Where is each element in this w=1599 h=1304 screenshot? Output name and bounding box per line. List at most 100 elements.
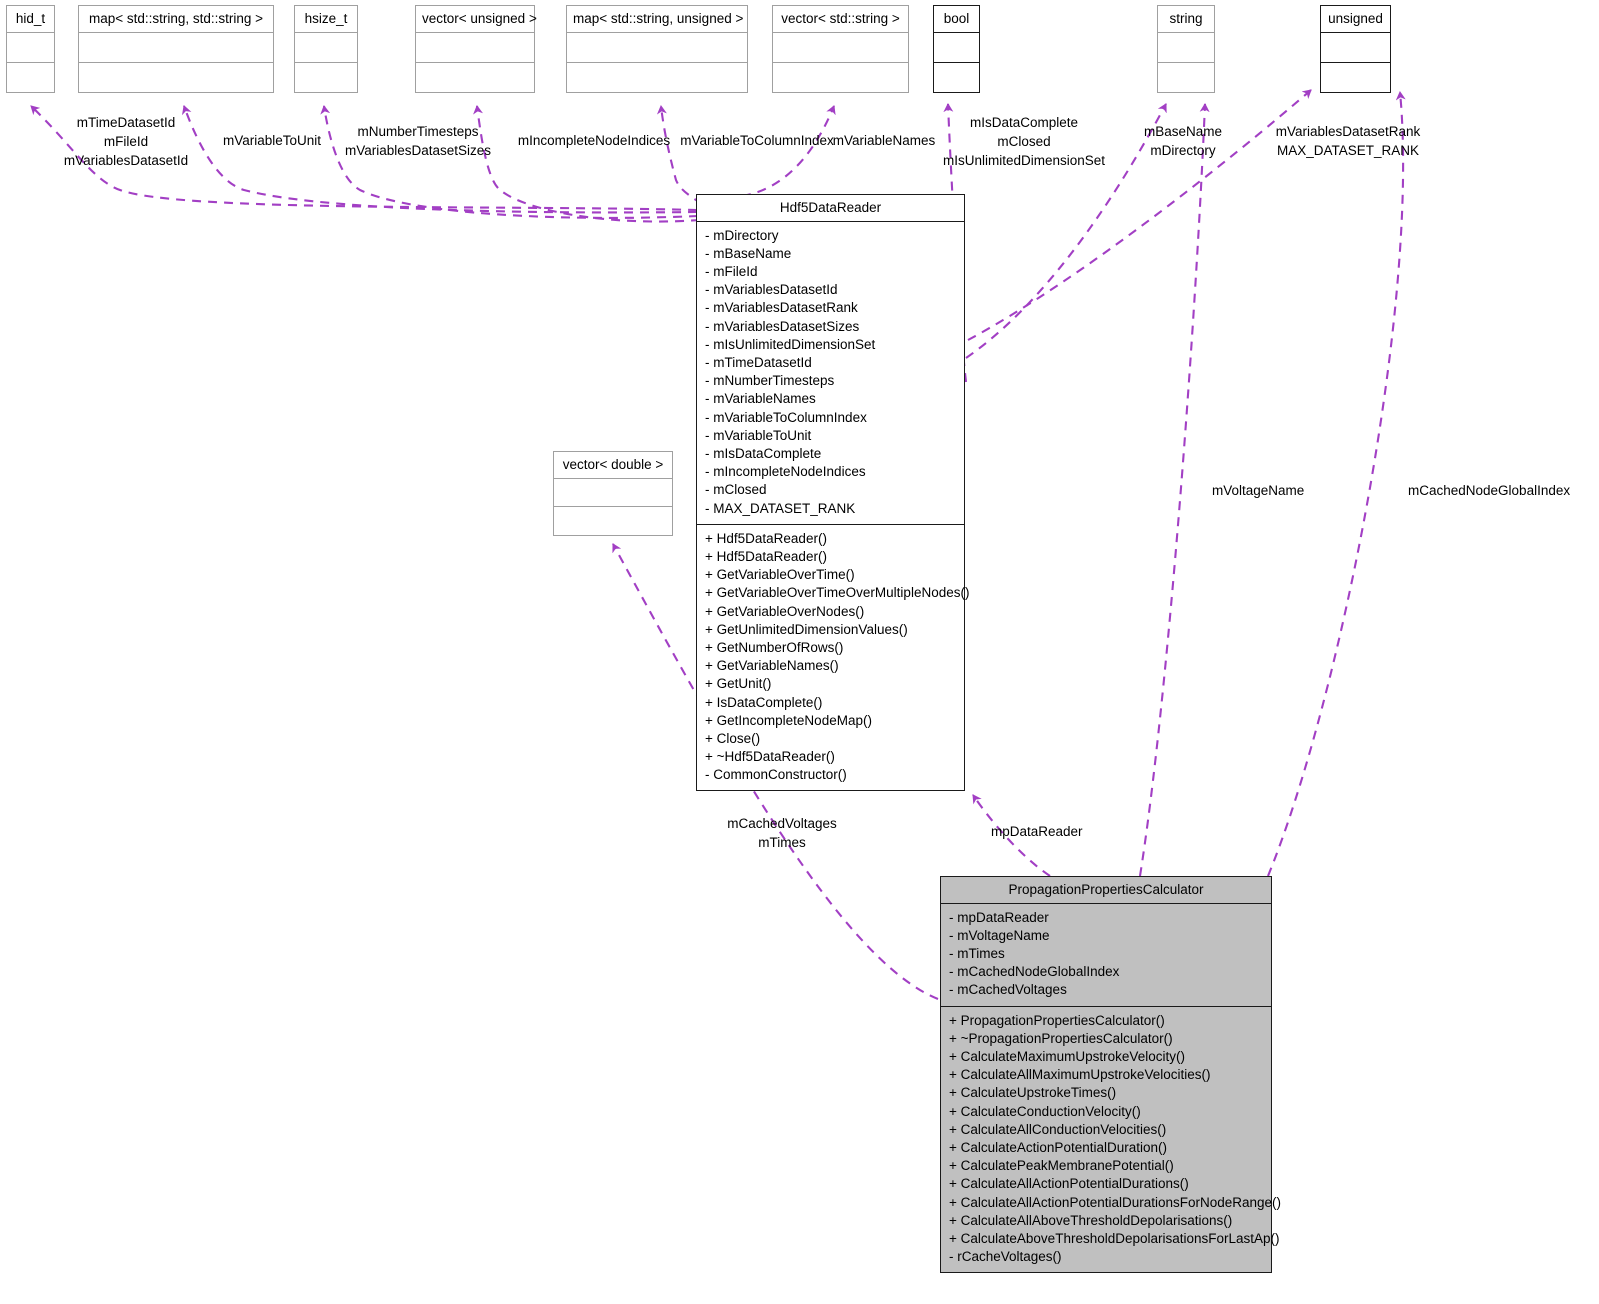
class-member: - CommonConstructor() <box>705 767 847 783</box>
class-member: - mVariableToUnit <box>705 427 812 443</box>
class-member: + GetVariableOverTime() <box>705 567 855 583</box>
edge-m-voltage-name <box>1138 103 1210 877</box>
class-member: - mpDataReader <box>949 909 1049 925</box>
class-member: + CalculateAboveThresholdDepolarisations… <box>949 1230 1280 1246</box>
edge-label-line: mVoltageName <box>1212 483 1305 498</box>
class-propagationpropertiescalculator[interactable]: PropagationPropertiesCalculator - mpData… <box>940 876 1281 1273</box>
class-member: + CalculateAllMaximumUpstrokeVelocities(… <box>949 1067 1211 1083</box>
edge-label-unsigned: mVariablesDatasetRank MAX_DATASET_RANK <box>1276 122 1421 160</box>
edge-label-line: mClosed <box>997 134 1051 149</box>
edge-label-vector-string: mVariableNames <box>833 131 936 150</box>
class-member: - mCachedNodeGlobalIndex <box>949 964 1120 980</box>
class-hdf5datareader[interactable]: Hdf5DataReader - mDirectory - mBaseName - … <box>696 194 970 791</box>
edge-label-line: mFileId <box>103 134 149 149</box>
edge-label-vector-double: mCachedVoltages mTimes <box>727 814 837 852</box>
edge-label-mp-data-reader: mpDataReader <box>991 822 1083 841</box>
class-member: - mTimeDatasetId <box>705 354 812 370</box>
node-map-string-string-title: map< std::string, std::string > <box>88 11 264 26</box>
node-unsigned-title: unsigned <box>1328 11 1383 26</box>
node-vector-unsigned-title: vector< unsigned > <box>422 11 537 26</box>
edge-label-line: mBaseName <box>1143 124 1223 139</box>
node-hsize_t-attributes <box>295 31 357 62</box>
class-member: + GetUnlimitedDimensionValues() <box>705 621 908 637</box>
class-propagationpropertiescalculator-title: PropagationPropertiesCalculator <box>1008 882 1204 897</box>
node-vector-double-title: vector< double > <box>562 457 664 472</box>
edge-label-m-cached-node-global-index: mCachedNodeGlobalIndex <box>1408 481 1570 500</box>
node-string-operations <box>1158 61 1214 92</box>
edge-label-line: mTimes <box>758 835 806 850</box>
class-member: + CalculatePeakMembranePotential() <box>949 1158 1174 1174</box>
class-member: + CalculateMaximumUpstrokeVelocity() <box>949 1048 1185 1064</box>
node-vector-double[interactable]: vector< double > <box>553 451 673 536</box>
node-vector-string-attributes <box>773 31 908 62</box>
node-string[interactable]: string <box>1157 5 1215 93</box>
node-bool-operations <box>934 61 979 92</box>
node-vector-string-operations <box>773 61 908 92</box>
node-string-title: string <box>1169 11 1203 26</box>
edge-label-line: mNumberTimesteps <box>357 124 479 139</box>
node-hsize_t[interactable]: hsize_t <box>294 5 358 93</box>
edge-map-str-unsigned <box>656 105 703 205</box>
class-member: + GetVariableNames() <box>705 658 839 674</box>
class-member: - mCachedVoltages <box>949 982 1067 998</box>
edge-vector-string <box>741 105 836 198</box>
class-member: - mVoltageName <box>949 927 1050 943</box>
class-member: - mVariableToColumnIndex <box>705 409 867 425</box>
edge-label-line: mpDataReader <box>991 824 1083 839</box>
node-map-string-unsigned-operations <box>567 61 747 92</box>
edge-label-line: MAX_DATASET_RANK <box>1276 143 1420 158</box>
node-vector-double-attributes <box>554 477 672 507</box>
edge-label-map-string-string: mVariableToUnit <box>223 131 321 150</box>
class-member: + GetVariableOverTimeOverMultipleNodes() <box>705 585 970 601</box>
node-map-string-unsigned-title: map< std::string, unsigned > <box>573 11 744 26</box>
node-vector-string[interactable]: vector< std::string > <box>772 5 909 93</box>
edge-label-line: mVariableToUnit <box>222 133 322 148</box>
node-map-string-unsigned-attributes <box>567 31 747 62</box>
node-unsigned-operations <box>1321 61 1390 92</box>
class-member: + CalculateAllConductionVelocities() <box>949 1121 1167 1137</box>
class-member: + Close() <box>705 731 761 746</box>
node-bool[interactable]: bool <box>933 5 980 93</box>
class-member: - mNumberTimesteps <box>705 373 835 389</box>
edge-label-line: mVariablesDatasetSizes <box>344 143 492 158</box>
class-member: + GetVariableOverNodes() <box>705 603 865 619</box>
class-member: + ~PropagationPropertiesCalculator() <box>949 1030 1173 1046</box>
node-map-string-unsigned[interactable]: map< std::string, unsigned > <box>566 5 748 93</box>
node-vector-unsigned-attributes <box>416 31 534 62</box>
edge-label-line: mCachedVoltages <box>727 816 837 831</box>
class-member: - MAX_DATASET_RANK <box>705 500 856 516</box>
node-hid_t-operations <box>7 61 54 92</box>
edge-label-hsize_t: mNumberTimesteps mVariablesDatasetSizes <box>345 122 491 160</box>
node-map-string-string[interactable]: map< std::string, std::string > <box>78 5 274 93</box>
class-member: + PropagationPropertiesCalculator() <box>949 1012 1165 1028</box>
edge-label-line: mCachedNodeGlobalIndex <box>1408 483 1571 498</box>
class-member: + CalculateConductionVelocity() <box>949 1103 1141 1119</box>
node-vector-unsigned[interactable]: vector< unsigned > <box>415 5 537 93</box>
class-member: + GetIncompleteNodeMap() <box>705 712 872 728</box>
edge-label-line: mVariablesDatasetId <box>63 153 189 168</box>
edge-label-line: mIsUnlimitedDimensionSet <box>942 153 1106 168</box>
class-member: - mVariablesDatasetSizes <box>705 318 860 334</box>
class-member: + CalculateActionPotentialDuration() <box>949 1139 1167 1155</box>
node-unsigned[interactable]: unsigned <box>1320 5 1391 93</box>
class-hdf5datareader-attributes: - mDirectory - mBaseName - mFileId - mVaria… <box>697 220 964 524</box>
edge-label-line: mIsDataComplete <box>969 115 1079 130</box>
edge-label-vector-unsigned: mIncompleteNodeIndices <box>518 131 670 150</box>
node-hid_t[interactable]: hid_t <box>6 5 55 93</box>
node-map-string-string-attributes <box>79 31 273 62</box>
class-member: - mVariableNames <box>705 391 816 407</box>
class-member: - mVariablesDatasetRank <box>705 300 858 316</box>
node-vector-double-operations <box>554 506 672 535</box>
node-vector-unsigned-operations <box>416 61 534 92</box>
node-map-string-string-operations <box>79 61 273 92</box>
class-member: - mBaseName <box>705 245 792 261</box>
class-member: - mIsUnlimitedDimensionSet <box>705 336 876 352</box>
class-member: - mVariablesDatasetId <box>705 282 838 298</box>
class-member: - mFileId <box>705 263 758 279</box>
class-propagationpropertiescalculator-attributes: - mpDataReader - mVoltageName - mTimes - mC… <box>941 902 1271 1006</box>
class-member: - mIncompleteNodeIndices <box>705 464 866 480</box>
class-member: + Hdf5DataReader() <box>705 530 827 546</box>
node-hsize_t-operations <box>295 61 357 92</box>
class-propagationpropertiescalculator-operations: + PropagationPropertiesCalculator() + ~Pr… <box>941 1005 1281 1273</box>
edge-label-line: mVariableToColumnIndex <box>680 133 834 148</box>
